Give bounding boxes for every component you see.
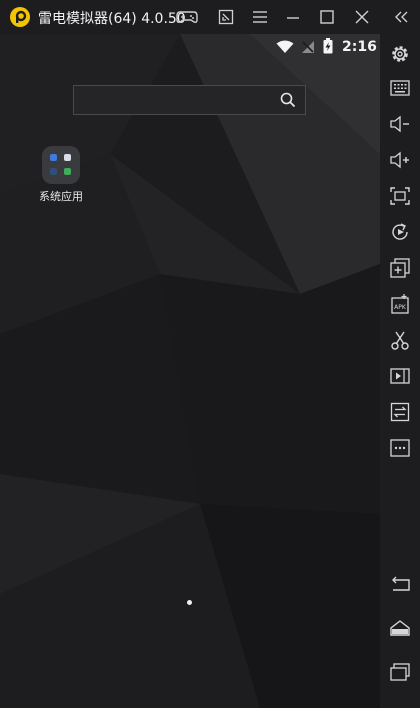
wallpaper <box>0 34 380 708</box>
fullscreen-icon[interactable] <box>388 184 412 208</box>
rotate-icon[interactable] <box>388 220 412 244</box>
apk-install-icon[interactable]: APK <box>388 292 412 316</box>
collapse-sidebar-icon[interactable] <box>390 6 412 28</box>
more-icon[interactable] <box>388 436 412 460</box>
close-icon[interactable] <box>351 6 373 28</box>
home-icon[interactable] <box>388 616 412 640</box>
sync-icon[interactable] <box>388 400 412 424</box>
no-signal-icon <box>301 39 315 58</box>
title-bar: 雷电模拟器(64) 4.0.50 <box>0 0 420 34</box>
folder-icon <box>42 146 80 184</box>
wifi-icon <box>276 39 294 58</box>
settings-icon[interactable] <box>388 42 412 66</box>
app-logo-icon <box>10 7 30 27</box>
add-app-icon[interactable] <box>388 256 412 280</box>
status-bar: 2:16 <box>0 34 380 60</box>
battery-icon <box>323 38 333 58</box>
svg-text:APK: APK <box>394 304 407 311</box>
android-screen[interactable]: 2:16 系统应用 <box>0 34 380 708</box>
volume-down-icon[interactable] <box>388 112 412 136</box>
search-icon[interactable] <box>280 92 296 112</box>
menu-icon[interactable] <box>249 6 271 28</box>
folder-label: 系统应用 <box>39 190 83 203</box>
system-apps-folder[interactable]: 系统应用 <box>36 146 86 204</box>
volume-up-icon[interactable] <box>388 148 412 172</box>
shrink-window-icon[interactable] <box>215 6 237 28</box>
search-input[interactable] <box>73 85 306 115</box>
window-title: 雷电模拟器(64) 4.0.50 <box>38 11 186 27</box>
back-icon[interactable] <box>388 572 412 596</box>
minimize-icon[interactable] <box>282 6 304 28</box>
page-indicator <box>187 600 192 605</box>
record-icon[interactable] <box>388 364 412 388</box>
gamepad-icon[interactable] <box>176 6 198 28</box>
right-toolbar: APK <box>380 34 420 708</box>
recents-icon[interactable] <box>388 660 412 684</box>
keyboard-icon[interactable] <box>388 76 412 100</box>
screenshot-icon[interactable] <box>388 328 412 352</box>
maximize-icon[interactable] <box>316 6 338 28</box>
clock: 2:16 <box>342 39 377 55</box>
